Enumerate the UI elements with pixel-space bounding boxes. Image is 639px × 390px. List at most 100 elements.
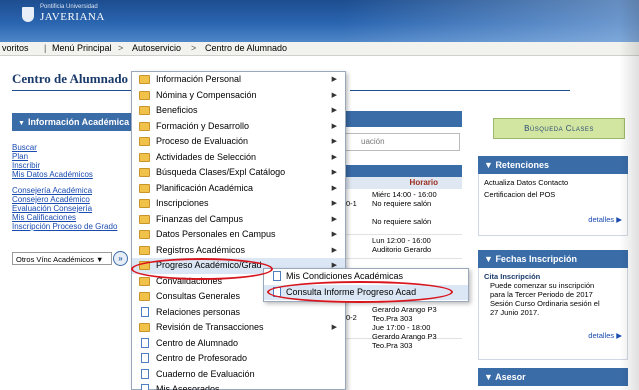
menu-item-label: Registros Académicos bbox=[156, 244, 246, 255]
chevron-right-icon: ▶ bbox=[331, 76, 337, 83]
folder-icon bbox=[139, 276, 150, 286]
table-row: 0-1 Miérc 14:00 - 16:00 No requiere saló… bbox=[340, 189, 462, 235]
folder-icon bbox=[139, 75, 150, 84]
logo-title: JAVERIANA bbox=[40, 11, 105, 23]
retenciones-heading: ▼ Retenciones bbox=[478, 156, 628, 174]
link-consejero[interactable]: Consejero Académico bbox=[12, 195, 130, 204]
menu-item[interactable]: Cuaderno de Evaluación bbox=[132, 367, 345, 383]
submenu-item-label: Mis Condiciones Académicas bbox=[286, 271, 404, 281]
menu-item[interactable]: Planificación Académica ▶ bbox=[132, 181, 345, 197]
menu-item[interactable]: Búsqueda Clases/Expl Catálogo ▶ bbox=[132, 165, 345, 181]
page-title: Centro de Alumnado bbox=[12, 71, 129, 86]
detalles-link[interactable]: detalles ▶ bbox=[484, 331, 622, 340]
table-row: Lun 12:00 - 16:00 Auditorio Gerardo bbox=[340, 235, 462, 259]
highlight-oval-progreso bbox=[131, 258, 273, 280]
asesor-panel: ▼ Asesor bbox=[478, 368, 628, 386]
row-code: 0-2 bbox=[346, 313, 357, 322]
chevron-right-icon: ▶ bbox=[331, 324, 337, 331]
retencion-item: Actualiza Datos Contacto bbox=[484, 178, 569, 187]
collapse-triangle-icon[interactable]: ▼ bbox=[484, 254, 493, 264]
mid-search-field[interactable]: uación bbox=[340, 133, 460, 151]
menu-item[interactable]: Proceso de Evaluación ▶ bbox=[132, 134, 345, 150]
menu-item[interactable]: Mis Asesorados bbox=[132, 382, 345, 390]
cita-line: Sesión Curso Ordinaria sesión el bbox=[490, 299, 600, 308]
nav-centro-alumnado[interactable]: Centro de Alumnado bbox=[205, 43, 287, 53]
nav-favoritos[interactable]: voritos bbox=[2, 43, 29, 53]
title-divider bbox=[350, 90, 570, 91]
chevron-right-icon: ▶ bbox=[331, 153, 337, 161]
menu-item-label: Proceso de Evaluación bbox=[156, 136, 249, 146]
folder-icon bbox=[139, 323, 150, 332]
academic-links: Buscar Plan Inscribir Mis Datos Académic… bbox=[12, 143, 130, 231]
retencion-item: Certificacion del POS bbox=[484, 190, 556, 199]
detalles-label: detalles bbox=[588, 331, 615, 340]
menu-item[interactable]: Nómina y Compensación ▶ bbox=[132, 88, 345, 104]
collapse-triangle-icon[interactable]: ▼ bbox=[18, 120, 25, 127]
menu-item[interactable]: Inscripciones ▶ bbox=[132, 196, 345, 212]
banner-gradient bbox=[339, 0, 639, 42]
link-inscribir[interactable]: Inscribir bbox=[12, 161, 130, 170]
link-evaluacion-consejeria[interactable]: Evaluación Consejería bbox=[12, 204, 130, 213]
breadcrumb-separator: > bbox=[191, 43, 197, 53]
title-divider bbox=[12, 90, 132, 91]
menu-item[interactable]: Centro de Alumnado bbox=[132, 336, 345, 352]
menu-item[interactable]: Finanzas del Campus ▶ bbox=[132, 212, 345, 228]
menu-item[interactable]: Revisión de Transacciones ▶ bbox=[132, 320, 345, 336]
panel-heading-label: Información Académica bbox=[27, 117, 130, 127]
menu-item[interactable]: Actividades de Selección ▶ bbox=[132, 150, 345, 166]
nav-menu-principal[interactable]: Menú Principal bbox=[52, 43, 112, 53]
chevron-right-icon: ▶ bbox=[331, 122, 337, 130]
row-line: Teo.Pra 303 bbox=[372, 314, 413, 323]
menu-item[interactable]: Información Personal ▶ bbox=[132, 72, 345, 88]
folder-icon bbox=[139, 137, 150, 146]
menu-item-label: Mis Asesorados bbox=[156, 384, 220, 390]
menu-item-label: Formación y Desarrollo bbox=[156, 120, 250, 131]
menu-item-label: Beneficios bbox=[156, 105, 198, 115]
folder-icon bbox=[139, 245, 150, 255]
folder-icon bbox=[139, 183, 150, 193]
menu-item[interactable]: Registros Académicos ▶ bbox=[132, 243, 345, 259]
menu-item-label: Cuaderno de Evaluación bbox=[156, 368, 255, 379]
retenciones-body: Actualiza Datos Contacto Certificacion d… bbox=[478, 174, 628, 236]
logo-subtitle: Pontificia Universidad bbox=[40, 4, 98, 10]
go-arrow-icon[interactable]: » bbox=[113, 251, 128, 266]
link-mis-calificaciones[interactable]: Mis Calificaciones bbox=[12, 213, 130, 222]
menu-item-label: Centro de Alumnado bbox=[156, 337, 239, 348]
collapse-triangle-icon[interactable]: ▼ bbox=[484, 160, 493, 170]
row-line: Lun 12:00 - 16:00 bbox=[372, 236, 431, 245]
link-mis-datos[interactable]: Mis Datos Académicos bbox=[12, 170, 130, 179]
menu-item-label: Datos Personales en Campus bbox=[156, 229, 276, 239]
menu-item[interactable]: Centro de Profesorado bbox=[132, 351, 345, 367]
row-line: Miérc 14:00 - 16:00 bbox=[372, 190, 437, 199]
busqueda-clases-button[interactable]: Búsqueda Clases bbox=[493, 118, 625, 139]
fechas-panel: ▼ Fechas Inscripción Cita Inscripción Pu… bbox=[478, 250, 628, 360]
university-shield-icon bbox=[22, 7, 34, 22]
folder-icon bbox=[139, 230, 150, 239]
chevron-right-icon: ▶ bbox=[331, 184, 337, 192]
link-consejeria[interactable]: Consejería Académica bbox=[12, 186, 130, 195]
menu-item-label: Información Personal bbox=[156, 74, 242, 84]
chevron-right-icon: ▶ bbox=[331, 138, 337, 145]
nav-autoservicio[interactable]: Autoservicio bbox=[132, 43, 181, 53]
link-plan[interactable]: Plan bbox=[12, 152, 130, 161]
mid-panel-heading bbox=[340, 111, 462, 127]
fechas-body: Cita Inscripción Puede comenzar su inscr… bbox=[478, 268, 628, 360]
detalles-link[interactable]: detalles ▶ bbox=[484, 215, 622, 224]
menu-item[interactable]: Datos Personales en Campus ▶ bbox=[132, 227, 345, 243]
collapse-triangle-icon[interactable]: ▼ bbox=[484, 372, 493, 382]
menu-item[interactable]: Beneficios ▶ bbox=[132, 103, 345, 119]
page-icon bbox=[141, 353, 149, 363]
folder-icon bbox=[139, 168, 150, 177]
menu-item[interactable]: Relaciones personas bbox=[132, 305, 345, 321]
page-icon bbox=[141, 337, 149, 348]
cita-line: para la Tercer Periodo de 2017 bbox=[490, 290, 593, 299]
link-buscar[interactable]: Buscar bbox=[12, 143, 130, 152]
menu-item-label: Revisión de Transacciones bbox=[156, 322, 264, 332]
cita-line: Puede comenzar su inscripción bbox=[490, 281, 595, 290]
menu-item-label: Planificación Académica bbox=[156, 182, 254, 193]
otros-vinculos-select[interactable]: Otros Vínc Académicos ▼ bbox=[12, 252, 112, 265]
menu-item[interactable]: Formación y Desarrollo ▶ bbox=[132, 119, 345, 135]
link-inscripcion-grado[interactable]: Inscripción Proceso de Grado bbox=[12, 222, 130, 231]
row-line bbox=[372, 208, 462, 217]
